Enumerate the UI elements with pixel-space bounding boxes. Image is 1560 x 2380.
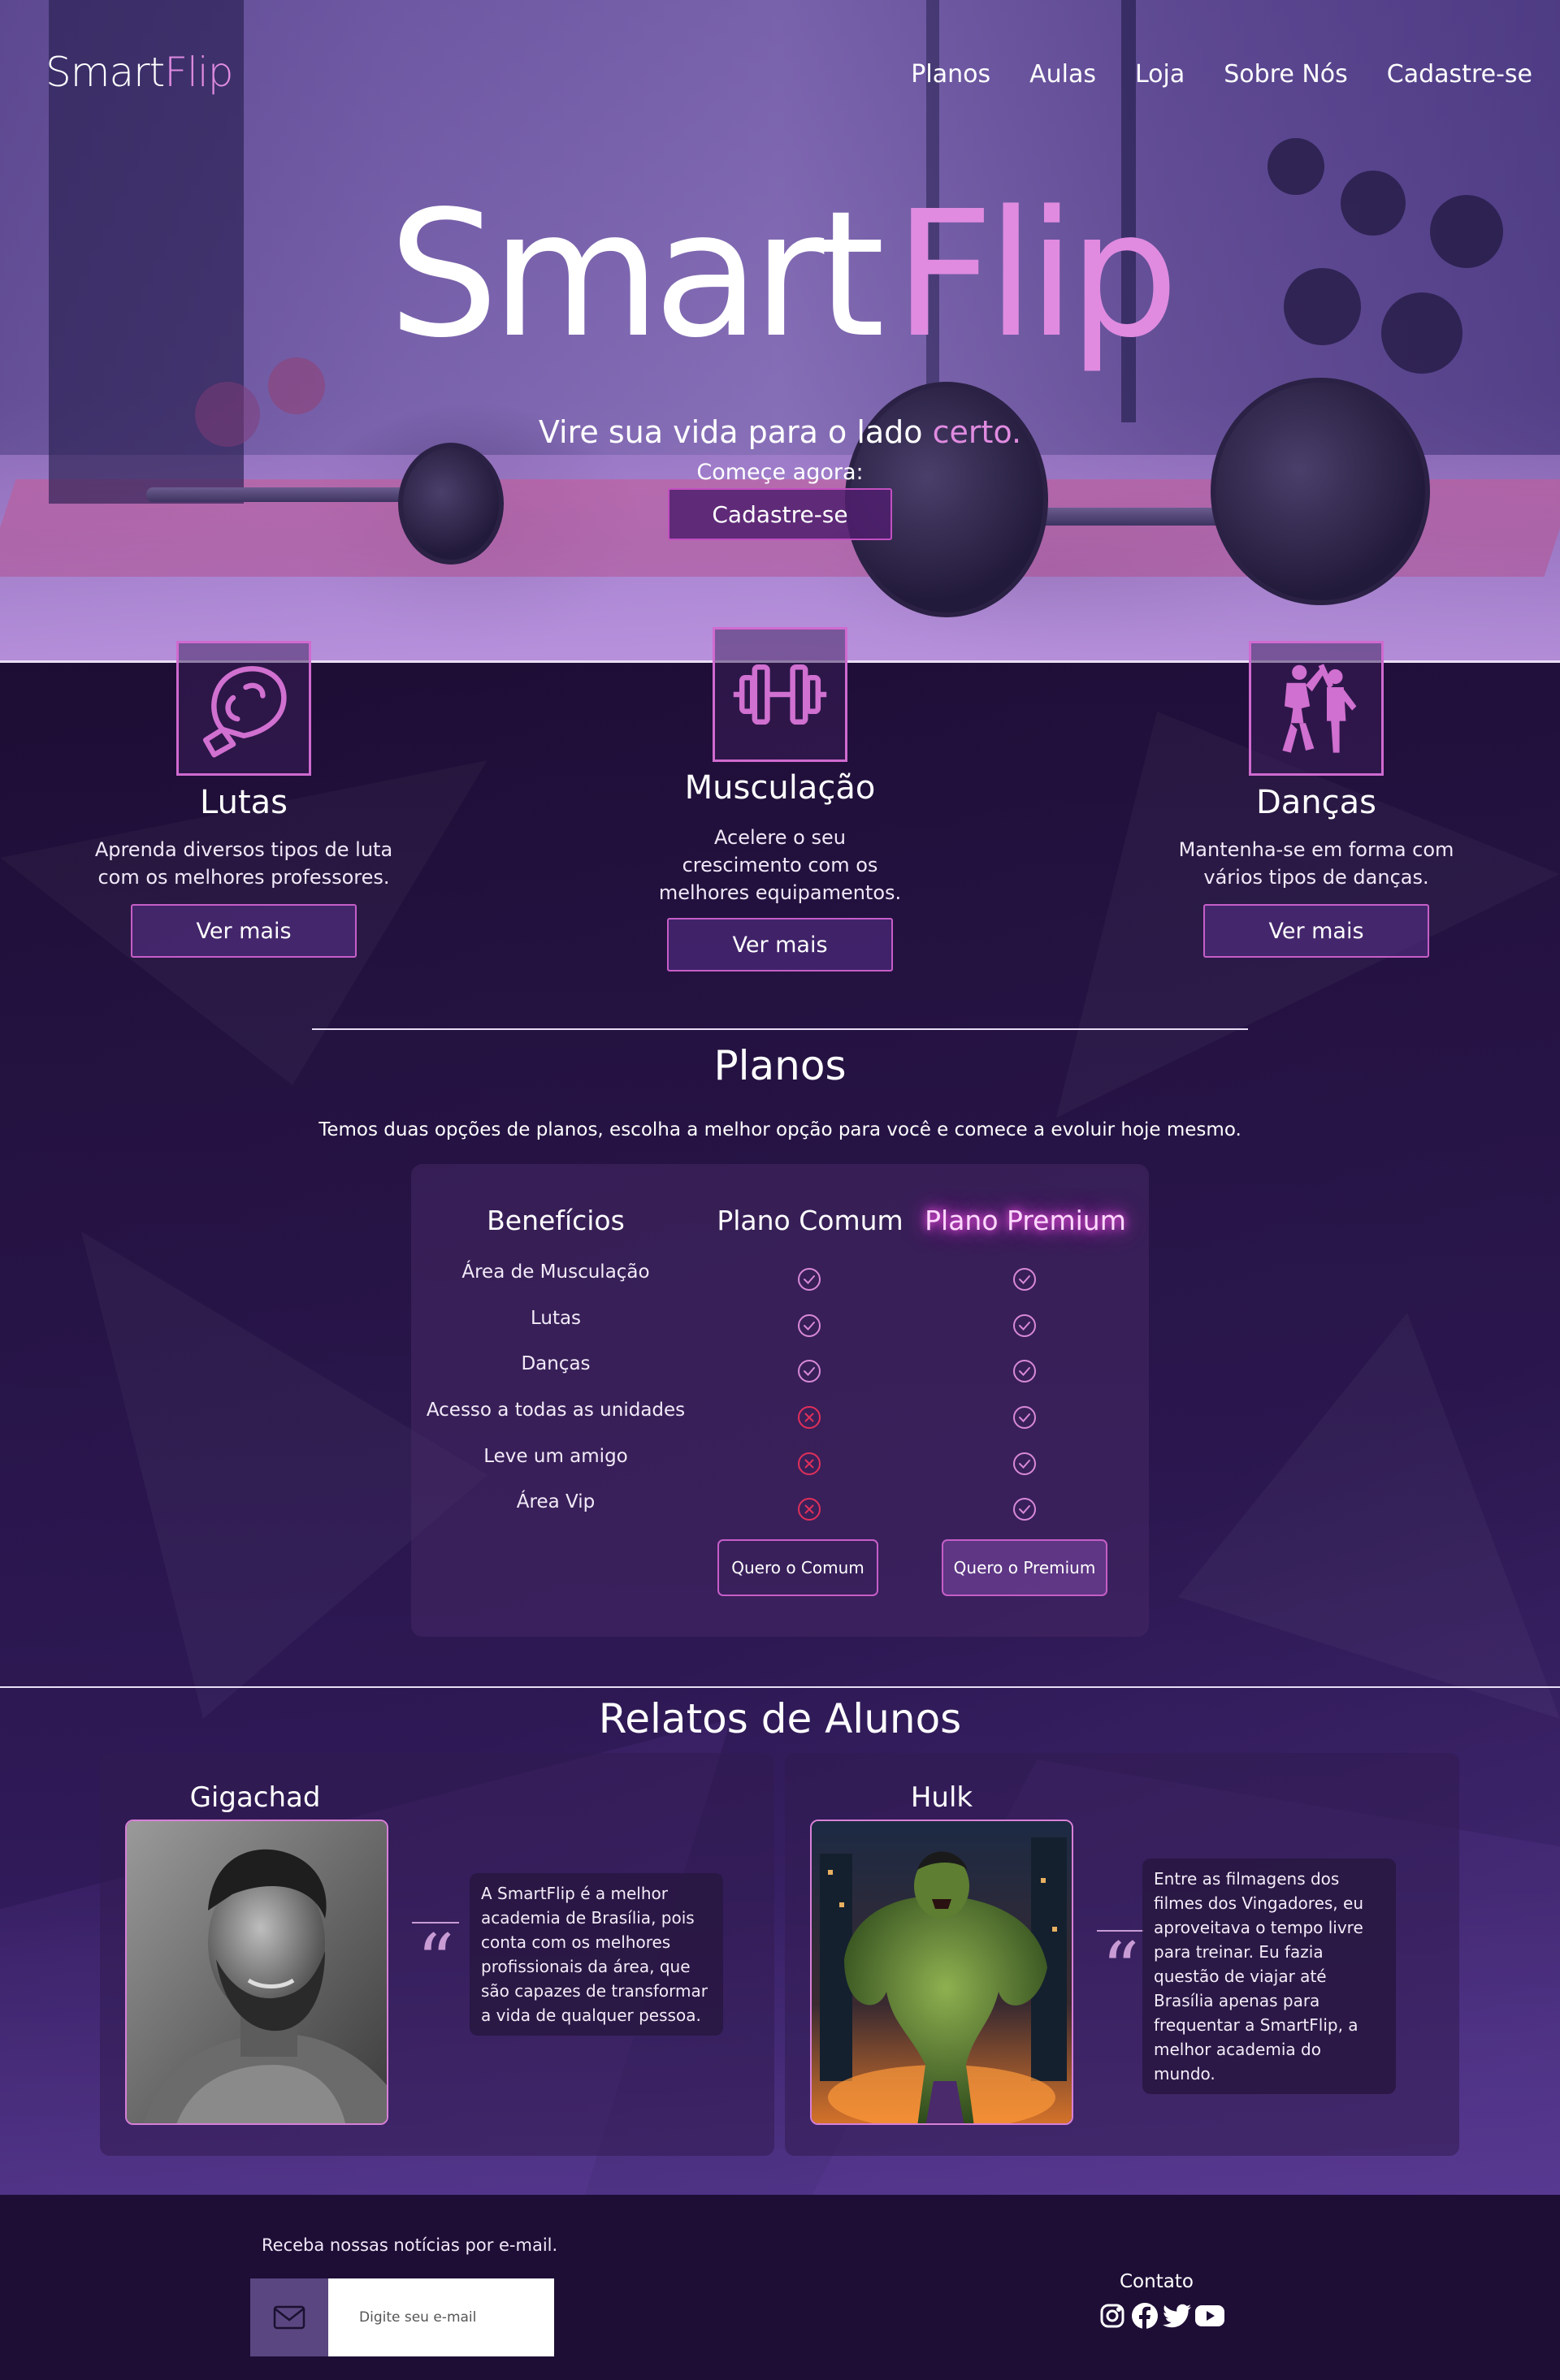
dancers-icon	[1282, 664, 1357, 753]
review-text: Entre as filmagens dos filmes dos Vingad…	[1142, 1859, 1396, 2094]
review-card: Gigachad “ A SmartFlip é a melhor academ…	[100, 1753, 774, 2156]
nav-links: Planos Aulas Loja Sobre Nós Cadastre-se	[911, 60, 1532, 89]
plans-table: Benefícios Plano Comum Plano Premium Áre…	[411, 1164, 1149, 1637]
nav-link-cadastre[interactable]: Cadastre-se	[1387, 60, 1532, 89]
boxing-glove-icon	[202, 666, 287, 758]
plans-description: Temos duas opções de planos, escolha a m…	[318, 1119, 1242, 1140]
feature-title: Danças	[1255, 784, 1376, 821]
choose-premium-button[interactable]: Quero o Premium	[942, 1539, 1107, 1596]
quote-icon: “	[1102, 1927, 1140, 2012]
review-author-photo	[810, 1820, 1073, 2125]
email-icon-box	[250, 2278, 328, 2356]
hero-title-flip: Flip	[894, 174, 1179, 376]
cross-icon	[798, 1406, 821, 1429]
check-icon	[1013, 1498, 1036, 1521]
hero-subtitle-text: Vire sua vida para o lado	[538, 414, 923, 450]
hero-signup-button[interactable]: Cadastre-se	[668, 488, 892, 540]
hero-start-text: Começe agora:	[696, 460, 864, 485]
hero-subtitle-accent: certo.	[932, 414, 1022, 450]
common-plan-header: Plano Comum	[717, 1205, 904, 1236]
choose-common-button[interactable]: Quero o Comum	[717, 1539, 878, 1596]
review-author-photo	[125, 1820, 388, 2125]
check-icon	[1013, 1314, 1036, 1337]
quote-icon: “	[417, 1919, 455, 2004]
feature-description: Aprenda diversos tipos de luta com os me…	[94, 838, 393, 889]
nav-link-loja[interactable]: Loja	[1135, 60, 1185, 89]
nav-logo[interactable]: SmartFlip	[46, 49, 234, 96]
feature-title: Musculação	[684, 769, 876, 807]
newsletter-label: Receba nossas notícias por e-mail.	[262, 2235, 558, 2255]
dumbbell-icon	[733, 664, 827, 725]
hero-title: SmartFlip	[0, 188, 1560, 362]
instagram-icon[interactable]	[1097, 2300, 1128, 2331]
newsletter-email-input[interactable]	[328, 2278, 554, 2356]
check-icon	[798, 1268, 821, 1291]
premium-plan-header: Plano Premium	[925, 1205, 1126, 1236]
dumbbell-rack-item	[1268, 138, 1324, 195]
hero-title-smart: Smart	[388, 174, 885, 376]
feature-dancas: Danças Mantenha-se em forma com vários t…	[1154, 641, 1479, 966]
feature-lutas: Lutas Aprenda diversos tipos de luta com…	[81, 641, 406, 966]
check-icon	[1013, 1406, 1036, 1429]
feature-icon-box	[713, 627, 847, 762]
logo-flip: Flip	[164, 49, 233, 96]
author-portrait	[812, 1821, 1072, 2123]
benefit-row-label: Área de Musculação	[462, 1261, 650, 1283]
benefit-row-label: Danças	[521, 1353, 591, 1374]
benefit-row-label: Lutas	[530, 1308, 582, 1329]
youtube-icon[interactable]	[1194, 2300, 1225, 2331]
review-author-name: Hulk	[910, 1781, 973, 1814]
feature-icon-box	[1249, 641, 1384, 776]
social-links	[1097, 2300, 1225, 2331]
bg-shard	[1178, 1313, 1560, 1719]
feature-musculacao: Musculação Acelere o seu crescimento com…	[618, 627, 942, 976]
hero-section: SmartFlip Planos Aulas Loja Sobre Nós Ca…	[0, 0, 1560, 662]
cross-icon	[798, 1498, 821, 1521]
feature-see-more-button[interactable]: Ver mais	[667, 918, 893, 971]
envelope-icon	[273, 2305, 306, 2330]
reviews-title: Relatos de Alunos	[598, 1695, 962, 1742]
check-icon	[798, 1314, 821, 1337]
feature-description: Acelere o seu crescimento com os melhore…	[658, 826, 902, 904]
dumbbell-rack-item	[268, 357, 325, 414]
contact-label: Contato	[1120, 2271, 1194, 2292]
feature-title: Lutas	[200, 784, 288, 821]
review-text: A SmartFlip é a melhor academia de Brasí…	[470, 1873, 723, 2036]
nav-link-sobre[interactable]: Sobre Nós	[1224, 60, 1348, 89]
feature-icon-box	[176, 641, 311, 776]
nav-link-aulas[interactable]: Aulas	[1029, 60, 1096, 89]
cross-icon	[798, 1452, 821, 1475]
author-portrait	[127, 1821, 387, 2123]
footer: Receba nossas notícias por e-mail. Conta…	[0, 2195, 1560, 2380]
benefit-row-label: Área Vip	[516, 1491, 596, 1512]
twitter-icon[interactable]	[1162, 2300, 1193, 2331]
review-author-name: Gigachad	[189, 1781, 321, 1814]
barbell-plate	[1211, 378, 1430, 605]
benefit-row-label: Acesso a todas as unidades	[426, 1400, 686, 1421]
section-divider	[0, 1686, 1560, 1688]
nav-link-planos[interactable]: Planos	[911, 60, 990, 89]
hero-subtitle: Vire sua vida para o lado certo.	[0, 414, 1560, 450]
benefits-header: Benefícios	[487, 1205, 625, 1236]
check-icon	[1013, 1452, 1036, 1475]
feature-description: Mantenha-se em forma com vários tipos de…	[1178, 838, 1454, 889]
check-icon	[1013, 1268, 1036, 1291]
logo-smart: Smart	[46, 49, 165, 96]
review-card: Hulk “ Entre as filmagens dos filmes dos…	[785, 1753, 1459, 2156]
check-icon	[798, 1360, 821, 1383]
plans-title: Planos	[713, 1042, 847, 1089]
check-icon	[1013, 1360, 1036, 1383]
facebook-icon[interactable]	[1129, 2300, 1160, 2331]
section-divider	[312, 1028, 1248, 1030]
feature-see-more-button[interactable]: Ver mais	[1203, 904, 1429, 958]
benefit-row-label: Leve um amigo	[483, 1446, 628, 1467]
feature-see-more-button[interactable]: Ver mais	[131, 904, 357, 958]
